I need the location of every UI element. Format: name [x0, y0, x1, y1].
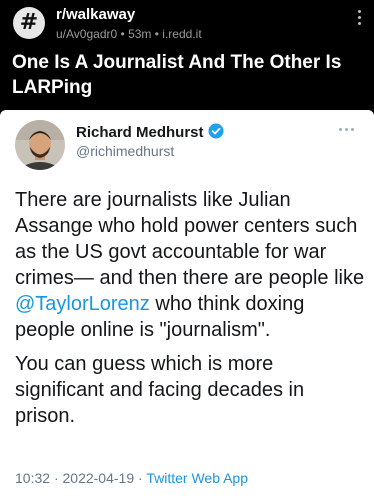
more-options-icon[interactable] — [339, 128, 354, 131]
reddit-post-header: # r/walkaway u/Av0gadr0 • 53m • i.redd.i… — [0, 0, 374, 110]
author-handle[interactable]: @richimedhurst — [76, 143, 174, 159]
kebab-menu-icon[interactable] — [358, 10, 362, 25]
tweet-date[interactable]: 2022-04-19 — [63, 470, 135, 486]
post-age: 53m — [128, 27, 152, 41]
tweet-card: Richard Medhurst @richimedhurst There ar… — [0, 110, 374, 500]
tweet-paragraph-1: There are journalists like Julian Assang… — [15, 187, 365, 343]
post-domain[interactable]: i.redd.it — [162, 27, 201, 41]
meta-separator: • — [120, 27, 125, 41]
subreddit-name[interactable]: r/walkaway — [56, 6, 135, 23]
post-author[interactable]: u/Av0gadr0 — [56, 27, 117, 41]
mention-link[interactable]: @TaylorLorenz — [15, 293, 150, 315]
author-name-row[interactable]: Richard Medhurst — [76, 123, 224, 141]
tweet-source-app[interactable]: Twitter Web App — [146, 470, 248, 486]
tweet-paragraph-2: You can guess which is more significant … — [15, 353, 305, 427]
tweet-time[interactable]: 10:32 — [15, 470, 50, 486]
tweet-text-part-1: There are journalists like Julian Assang… — [15, 189, 365, 289]
meta-separator: • — [154, 27, 159, 41]
hashtag-icon[interactable]: # — [13, 7, 45, 39]
post-meta: u/Av0gadr0 • 53m • i.redd.it — [56, 27, 202, 41]
verified-badge-icon — [208, 123, 224, 139]
footer-separator: · — [53, 470, 59, 486]
footer-separator: · — [138, 470, 143, 486]
tweet-footer: 10:32 · 2022-04-19 · Twitter Web App — [15, 470, 248, 486]
tweet-body: There are journalists like Julian Assang… — [15, 187, 365, 437]
post-title[interactable]: One Is A Journalist And The Other Is LAR… — [12, 50, 362, 100]
avatar[interactable] — [15, 120, 65, 170]
author-name[interactable]: Richard Medhurst — [76, 124, 204, 141]
